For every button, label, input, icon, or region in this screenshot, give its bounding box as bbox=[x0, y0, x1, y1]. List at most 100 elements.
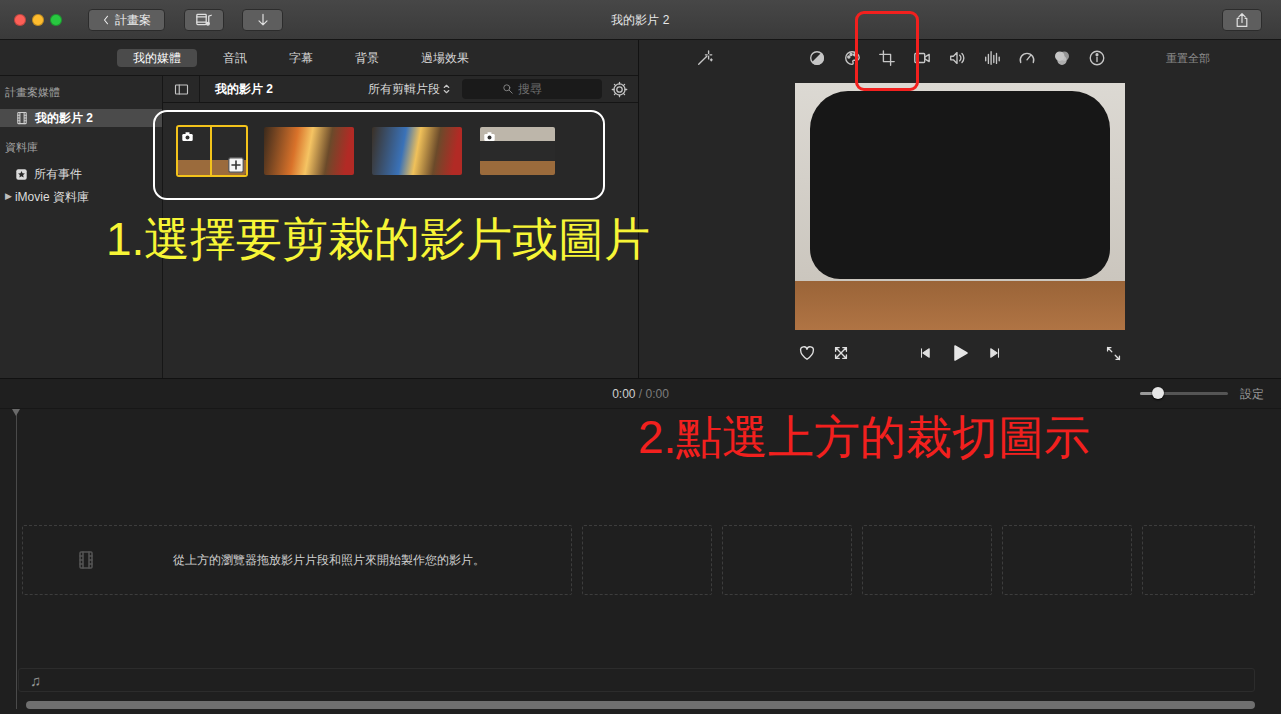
timeline-slot bbox=[862, 525, 992, 595]
project-icon bbox=[15, 111, 29, 125]
fullscreen-icon[interactable] bbox=[1105, 345, 1122, 362]
media-tab[interactable]: 我的媒體 bbox=[117, 49, 197, 67]
timeline[interactable]: 0:00 / 0:00設定 從上方的瀏覽器拖放影片片段和照片來開始製作您的影片。… bbox=[0, 378, 1281, 714]
back-chevron-icon bbox=[102, 14, 110, 26]
zoom-button[interactable] bbox=[50, 14, 62, 26]
adjust-toolbar: 重置全部 bbox=[639, 40, 1281, 76]
adjust-tool[interactable] bbox=[808, 49, 826, 67]
clip-picture bbox=[372, 127, 462, 175]
share-button[interactable] bbox=[1222, 9, 1262, 31]
gear-icon[interactable] bbox=[611, 81, 628, 98]
photo-camera-icon bbox=[181, 130, 194, 143]
adjust-tool[interactable] bbox=[843, 49, 861, 67]
sidebar-section: 資料庫所有事件▶iMovie 資料庫 bbox=[0, 139, 162, 206]
search-input[interactable] bbox=[518, 80, 598, 98]
window-title: 我的影片 2 bbox=[611, 13, 669, 27]
sidebar-item[interactable]: 我的影片 2 bbox=[0, 109, 162, 127]
back-button-label: 計畫案 bbox=[115, 11, 151, 29]
stabilization-icon bbox=[913, 49, 931, 67]
star-icon bbox=[15, 168, 28, 181]
speed-icon bbox=[1018, 49, 1036, 67]
reject-icon[interactable] bbox=[832, 344, 850, 362]
annotation-label: 1.選擇要剪裁的影片或圖片 bbox=[106, 215, 650, 263]
music-track[interactable]: ♫ bbox=[18, 668, 1255, 692]
clip-thumbnail[interactable] bbox=[370, 125, 464, 177]
close-button[interactable] bbox=[14, 14, 26, 26]
media-tab-label: 音訊 bbox=[223, 51, 247, 65]
sidebar-header: 計畫案媒體 bbox=[0, 84, 162, 100]
sidebar-item-label: iMovie 資料庫 bbox=[15, 188, 89, 206]
adjust-tool[interactable] bbox=[983, 49, 1001, 67]
play-icon[interactable] bbox=[950, 343, 970, 363]
clip-filter-label: 所有剪輯片段 bbox=[368, 80, 440, 98]
media-tab-label: 過場效果 bbox=[421, 51, 469, 65]
next-icon[interactable] bbox=[988, 346, 1002, 360]
adjust-tool[interactable] bbox=[1088, 49, 1106, 67]
media-button[interactable] bbox=[184, 9, 224, 31]
media-tab[interactable]: 音訊 bbox=[207, 49, 263, 67]
minimize-button[interactable] bbox=[32, 14, 44, 26]
annotation-box bbox=[153, 110, 605, 200]
library-panel: 我的媒體音訊字幕背景過場效果 計畫案媒體我的影片 2資料庫所有事件▶iMovie… bbox=[0, 40, 639, 378]
zoom-slider[interactable] bbox=[1140, 392, 1228, 395]
clip-thumbnail[interactable] bbox=[176, 125, 248, 177]
annotation-text: 2.點選上方的裁切圖示 bbox=[638, 411, 1090, 463]
timeline-slot bbox=[722, 525, 852, 595]
clip-thumbnail[interactable] bbox=[478, 125, 557, 177]
timeline-drop-zone[interactable]: 從上方的瀏覽器拖放影片片段和照片來開始製作您的影片。 bbox=[22, 525, 572, 595]
media-browser: 我的影片 2 所有剪輯片段 bbox=[163, 76, 638, 378]
search-field bbox=[462, 79, 602, 99]
sidebar-section: 計畫案媒體我的影片 2 bbox=[0, 84, 162, 127]
zoom-slider-knob[interactable] bbox=[1152, 387, 1164, 399]
viewer-panel: 重置全部 bbox=[639, 40, 1281, 378]
sidebar-item-kind bbox=[15, 168, 28, 181]
color-palette-icon bbox=[843, 49, 861, 67]
media-tab[interactable]: 字幕 bbox=[273, 49, 329, 67]
favorite-heart-icon[interactable] bbox=[798, 344, 816, 362]
add-plus-icon[interactable] bbox=[228, 157, 244, 173]
magnifier-icon bbox=[502, 83, 514, 95]
equalizer-icon bbox=[983, 49, 1001, 67]
browser-title: 我的影片 2 bbox=[215, 80, 273, 98]
media-tab-label: 我的媒體 bbox=[133, 51, 181, 65]
adjust-tool[interactable] bbox=[948, 49, 966, 67]
film-music-icon bbox=[195, 11, 214, 28]
color-balance-icon bbox=[808, 49, 826, 67]
clip-filter-popup[interactable]: 所有剪輯片段 bbox=[368, 80, 451, 98]
settings-button[interactable]: 設定 bbox=[1240, 385, 1264, 403]
disclosure-triangle: ▶ bbox=[5, 190, 12, 204]
adjust-tool[interactable] bbox=[1053, 49, 1071, 67]
filter-icon bbox=[1053, 49, 1071, 67]
playhead[interactable] bbox=[16, 409, 17, 709]
projects-back-button[interactable]: 計畫案 bbox=[88, 9, 165, 31]
browser-toolbar: 我的影片 2 所有剪輯片段 bbox=[163, 76, 638, 103]
skimmer-line bbox=[210, 127, 212, 175]
reset-all-button[interactable]: 重置全部 bbox=[1166, 50, 1210, 67]
media-tab[interactable]: 背景 bbox=[339, 49, 395, 67]
clip-thumbnail[interactable] bbox=[262, 125, 356, 177]
imovie-window: 計畫案 我的影片 2 我的媒體音訊字幕背景過場效果 計畫案媒體我的影片 2資料庫… bbox=[0, 0, 1281, 714]
sidebar-item-kind bbox=[15, 111, 29, 125]
horizontal-scrollbar[interactable] bbox=[26, 701, 1255, 709]
import-button[interactable] bbox=[242, 9, 283, 31]
adjust-tool[interactable] bbox=[1018, 49, 1036, 67]
sidebar-item[interactable]: 所有事件 bbox=[0, 165, 162, 183]
media-tab[interactable]: 過場效果 bbox=[405, 49, 485, 67]
timeline-slot bbox=[582, 525, 712, 595]
timeline-header: 0:00 / 0:00設定 bbox=[0, 379, 1281, 409]
up-down-chevron-icon bbox=[442, 83, 451, 95]
sidebar-toggle[interactable] bbox=[163, 76, 200, 102]
film-strip-icon bbox=[76, 550, 96, 570]
current-time: 0:00 bbox=[612, 387, 635, 401]
adjust-tool[interactable] bbox=[913, 49, 931, 67]
previous-icon[interactable] bbox=[918, 346, 932, 360]
time-separator: / bbox=[639, 387, 642, 401]
magic-wand-icon[interactable] bbox=[696, 49, 714, 67]
timeline-slot bbox=[1002, 525, 1132, 595]
adjust-tool[interactable] bbox=[878, 49, 896, 67]
volume-icon bbox=[948, 49, 966, 67]
share-icon bbox=[1234, 12, 1250, 28]
down-arrow-icon bbox=[255, 12, 271, 28]
sidebar-item[interactable]: ▶iMovie 資料庫 bbox=[0, 188, 162, 206]
sidebar-item-label: 我的影片 2 bbox=[35, 109, 93, 127]
